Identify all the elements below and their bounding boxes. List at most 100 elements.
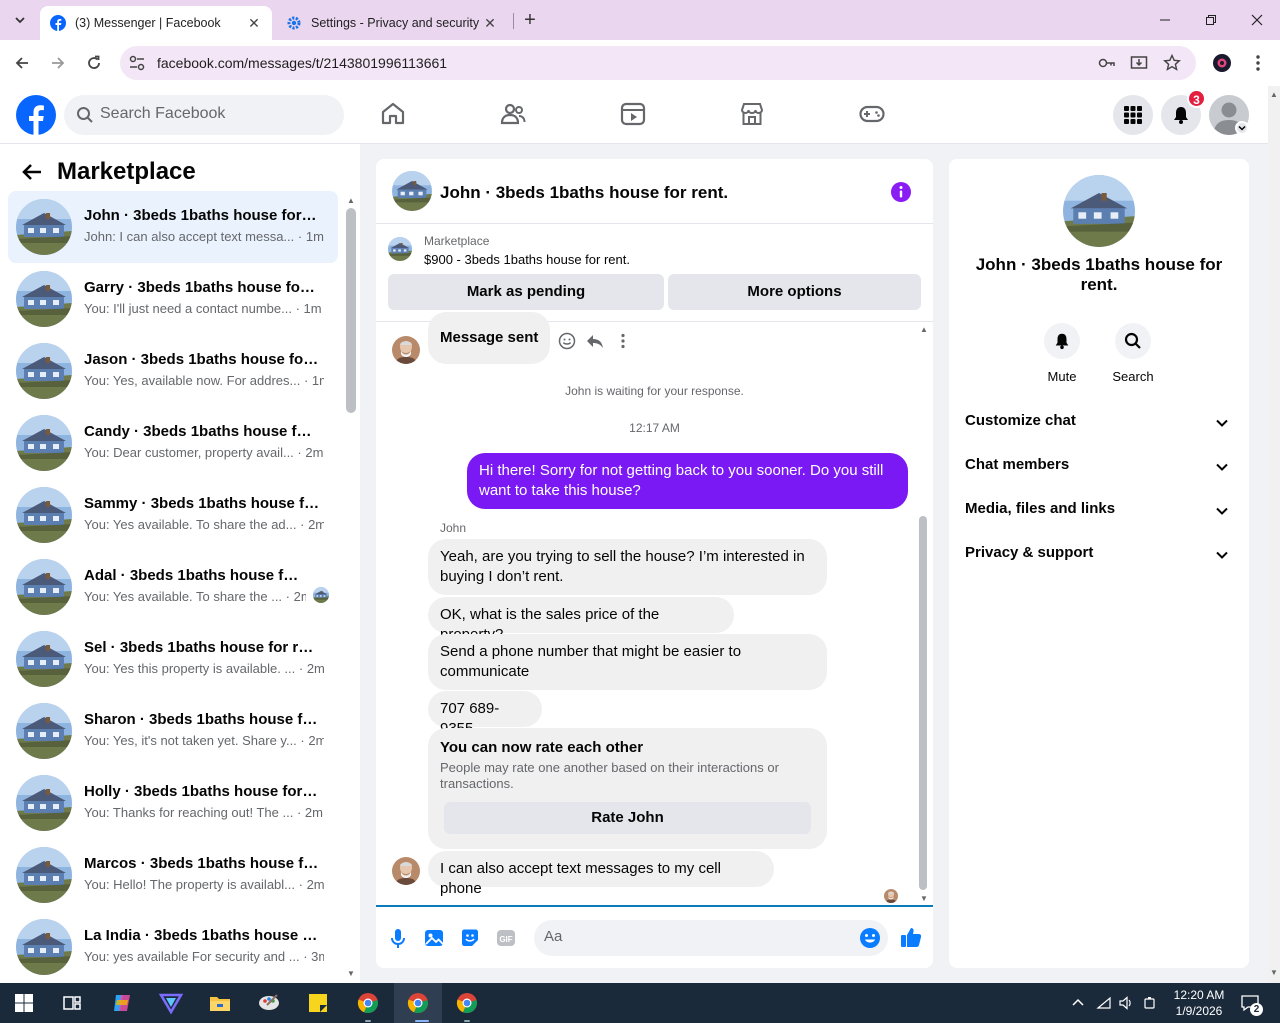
chat-list-item[interactable]: Holly · 3beds 1baths house for r... You:… [8, 767, 338, 839]
gaming-icon[interactable] [858, 100, 886, 128]
volume-icon[interactable] [1118, 995, 1134, 1011]
mute-button[interactable]: Mute [1032, 323, 1092, 384]
media-files-links-section[interactable]: Media, files and links [965, 500, 1233, 524]
friends-icon[interactable] [499, 100, 527, 128]
chat-list-item[interactable]: Garry · 3beds 1baths house for r... You:… [8, 263, 338, 335]
password-key-icon[interactable] [1098, 54, 1116, 72]
new-tab-button[interactable]: + [520, 10, 540, 30]
facebook-search-input[interactable] [100, 105, 330, 123]
chat-name: Holly · 3beds 1baths house for r... [84, 783, 320, 800]
chat-members-section[interactable]: Chat members [965, 456, 1233, 480]
chevron-up-icon[interactable] [1070, 995, 1086, 1011]
sticker-icon[interactable] [459, 927, 481, 949]
chat-list-item[interactable]: John · 3beds 1baths house for re... John… [8, 191, 338, 263]
home-icon[interactable] [379, 100, 407, 128]
running-indicator [415, 1020, 429, 1022]
customize-chat-section[interactable]: Customize chat [965, 412, 1233, 436]
more-vertical-icon[interactable] [613, 331, 633, 351]
extension-icon[interactable] [1212, 53, 1232, 73]
windows-start-icon[interactable] [12, 991, 36, 1015]
conversation-title[interactable]: John · 3beds 1baths house for rent. [440, 183, 728, 203]
emoji-icon[interactable] [859, 927, 881, 949]
chat-snippet: You: I'll just need a contact numbe... ·… [84, 301, 322, 316]
account-menu-button[interactable] [1235, 121, 1249, 135]
privacy-support-section[interactable]: Privacy & support [965, 544, 1233, 568]
info-icon[interactable] [890, 181, 912, 203]
marketplace-listing-banner: Marketplace $900 - 3beds 1baths house fo… [376, 224, 933, 322]
scroll-down-arrow-icon[interactable]: ▼ [346, 969, 356, 979]
paint-app-icon[interactable] [257, 991, 281, 1015]
chat-list-item[interactable]: Sammy · 3beds 1baths house for... You: Y… [8, 479, 338, 551]
scroll-down-arrow-icon[interactable]: ▼ [919, 894, 929, 904]
back-button[interactable] [10, 51, 34, 75]
chat-list-item[interactable]: Marcos · 3beds 1baths house for... You: … [8, 839, 338, 911]
file-explorer-icon[interactable] [208, 991, 232, 1015]
close-tab-icon[interactable]: ✕ [482, 15, 498, 31]
chat-snippet: John: I can also accept text messa... · … [84, 229, 324, 244]
message-scrollbar[interactable] [919, 516, 927, 890]
chat-list-item[interactable]: La India · 3beds 1baths house fo... You:… [8, 911, 338, 983]
facebook-logo-icon[interactable] [16, 95, 56, 135]
chat-list-item[interactable]: Sel · 3beds 1baths house for rent. You: … [8, 623, 338, 695]
photo-icon[interactable] [423, 927, 445, 949]
chrome-icon[interactable] [455, 991, 479, 1015]
minimize-button[interactable] [1153, 8, 1177, 32]
rate-john-button[interactable]: Rate John [444, 802, 811, 834]
avatar[interactable] [392, 171, 432, 211]
vpn-app-icon[interactable] [159, 991, 183, 1015]
chat-list-scrollbar[interactable] [346, 208, 356, 413]
reply-icon[interactable] [585, 331, 605, 351]
react-emoji-icon[interactable] [557, 331, 577, 351]
avatar [16, 559, 72, 615]
site-settings-icon[interactable] [128, 54, 146, 72]
system-clock[interactable]: 12:20 AM 1/9/2026 [1172, 987, 1226, 1019]
close-window-button[interactable] [1245, 8, 1269, 32]
copilot-icon[interactable] [110, 991, 134, 1015]
chat-list-item[interactable]: Adal · 3beds 1baths house for ... You: Y… [8, 551, 338, 623]
forward-button[interactable] [46, 51, 70, 75]
scroll-up-arrow-icon[interactable]: ▲ [346, 196, 356, 206]
address-bar[interactable]: facebook.com/messages/t/2143801996113661 [120, 46, 1196, 80]
listing-title[interactable]: $900 - 3beds 1baths house for rent. [424, 252, 630, 267]
battery-icon[interactable] [1142, 995, 1158, 1011]
network-icon[interactable] [1096, 995, 1112, 1011]
chat-list-item[interactable]: Sharon · 3beds 1baths house for... You: … [8, 695, 338, 767]
message-thread: Message sent John is waiting for your re… [376, 312, 933, 905]
search-in-chat-button[interactable]: Search [1103, 323, 1163, 384]
bookmark-star-icon[interactable] [1163, 54, 1181, 72]
menu-button[interactable] [1113, 95, 1153, 135]
install-app-icon[interactable] [1130, 54, 1148, 72]
avatar [16, 847, 72, 903]
scroll-up-arrow-icon[interactable]: ▲ [1269, 90, 1279, 100]
mark-as-pending-button[interactable]: Mark as pending [388, 274, 664, 310]
more-options-button[interactable]: More options [668, 274, 921, 310]
facebook-search[interactable] [64, 95, 344, 135]
reload-button[interactable] [82, 51, 106, 75]
scroll-up-arrow-icon[interactable]: ▲ [919, 325, 929, 335]
arrow-left-icon[interactable] [20, 160, 44, 184]
scroll-down-arrow-icon[interactable]: ▼ [1269, 968, 1279, 978]
tab-search-button[interactable] [8, 8, 32, 32]
gif-icon[interactable]: GIF [495, 927, 517, 949]
message-timestamp: 12:17 AM [629, 421, 680, 435]
chat-list-item[interactable]: Candy · 3beds 1baths house for ... You: … [8, 407, 338, 479]
close-tab-icon[interactable]: ✕ [246, 15, 262, 31]
tab-settings[interactable]: Settings - Privacy and security ✕ [276, 6, 508, 40]
avatar[interactable] [1063, 175, 1135, 247]
page-scrollbar[interactable]: ▲ ▼ [1268, 86, 1280, 983]
mute-label: Mute [1047, 369, 1077, 384]
chrome-icon[interactable] [356, 991, 380, 1015]
more-menu-icon[interactable] [1250, 53, 1266, 73]
video-icon[interactable] [619, 100, 647, 128]
task-view-icon[interactable] [60, 991, 84, 1015]
message-input-field[interactable] [534, 920, 888, 956]
message-input[interactable] [544, 928, 844, 945]
thumbs-up-icon[interactable] [899, 925, 923, 949]
tab-messenger[interactable]: (3) Messenger | Facebook ✕ [40, 6, 272, 40]
restore-button[interactable] [1199, 8, 1223, 32]
microphone-icon[interactable] [387, 927, 409, 949]
chat-list-item[interactable]: Jason · 3beds 1baths house for r... You:… [8, 335, 338, 407]
sticky-notes-icon[interactable] [306, 991, 330, 1015]
marketplace-icon[interactable] [738, 100, 766, 128]
chrome-icon[interactable] [406, 991, 430, 1015]
